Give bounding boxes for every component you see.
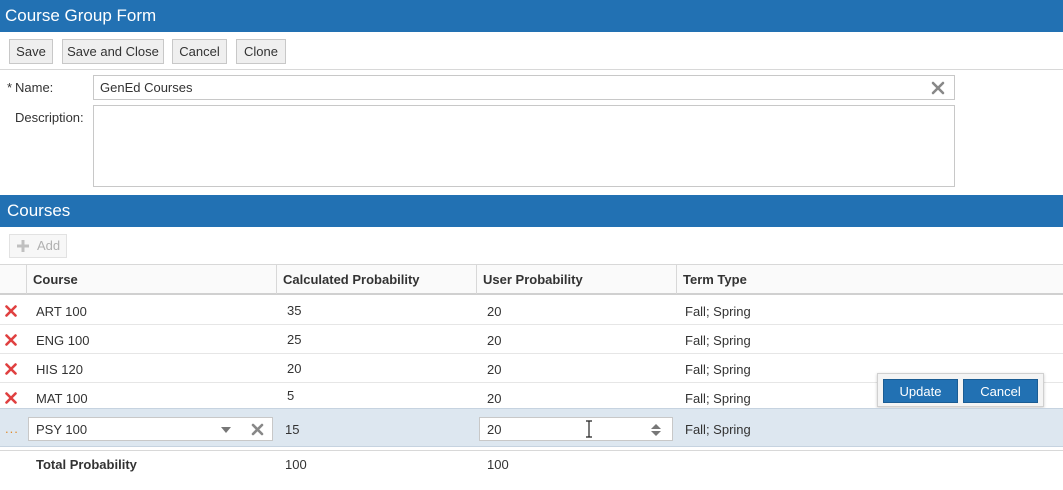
delete-icon[interactable] — [5, 334, 17, 346]
course-select[interactable]: PSY 100 — [28, 417, 273, 441]
term-type-cell: Fall; Spring — [685, 391, 751, 406]
calculated-probability-cell: 5 — [287, 388, 295, 403]
column-header-term-type[interactable]: Term Type — [676, 265, 1063, 294]
delete-icon[interactable] — [5, 392, 17, 404]
row-edit-marker: ... — [5, 421, 19, 436]
course-cell: MAT 100 — [36, 391, 88, 406]
grid-header: Course Calculated Probability User Proba… — [0, 264, 1063, 295]
column-header-calculated-probability[interactable]: Calculated Probability — [276, 265, 476, 294]
popup-cancel-button[interactable]: Cancel — [963, 379, 1038, 403]
total-row: Total Probability 100 100 — [0, 450, 1063, 480]
save-button[interactable]: Save — [9, 39, 53, 64]
cancel-button[interactable]: Cancel — [172, 39, 227, 64]
spin-down-icon[interactable] — [651, 431, 661, 436]
column-header-user-probability[interactable]: User Probability — [476, 265, 676, 294]
description-label: Description: — [15, 110, 84, 125]
course-select-value: PSY 100 — [36, 422, 88, 437]
add-course-button[interactable]: Add — [9, 234, 67, 258]
delete-icon[interactable] — [5, 363, 17, 375]
calculated-probability-cell: 25 — [287, 332, 302, 347]
clear-icon[interactable] — [931, 81, 945, 95]
save-and-close-button[interactable]: Save and Close — [62, 39, 164, 64]
table-row[interactable]: ART 100 35 20 Fall; Spring — [0, 296, 1063, 325]
name-field[interactable]: GenEd Courses — [93, 75, 955, 100]
editing-row[interactable]: ... PSY 100 15 20 Fall; Spring — [0, 408, 1063, 447]
window-title: Course Group Form — [0, 0, 1063, 32]
chevron-down-icon[interactable] — [221, 427, 231, 433]
delete-icon[interactable] — [5, 305, 17, 317]
term-type-cell: Fall; Spring — [685, 304, 751, 319]
total-calculated-probability: 100 — [285, 457, 307, 472]
add-label: Add — [37, 238, 61, 253]
calculated-probability-cell: 15 — [285, 422, 300, 437]
course-cell: HIS 120 — [36, 362, 83, 377]
name-value: GenEd Courses — [100, 80, 193, 95]
total-probability-label: Total Probability — [36, 457, 137, 472]
user-probability-stepper[interactable]: 20 — [479, 417, 673, 441]
course-cell: ART 100 — [36, 304, 87, 319]
course-cell: ENG 100 — [36, 333, 90, 348]
courses-section-title: Courses — [0, 195, 1063, 227]
text-cursor-icon — [586, 420, 592, 438]
term-type-cell: Fall; Spring — [685, 333, 751, 348]
total-user-probability: 100 — [487, 457, 509, 472]
clear-icon[interactable] — [251, 423, 264, 436]
spin-up-icon[interactable] — [651, 424, 661, 429]
name-label: Name: — [15, 80, 54, 95]
user-probability-cell: 20 — [487, 362, 502, 377]
table-row[interactable]: ENG 100 25 20 Fall; Spring — [0, 325, 1063, 354]
plus-icon — [17, 240, 29, 252]
row-edit-popup: Update Cancel — [877, 373, 1044, 407]
column-header-course[interactable]: Course — [26, 265, 276, 294]
user-probability-cell: 20 — [487, 391, 502, 406]
user-probability-cell: 20 — [487, 333, 502, 348]
required-marker: * — [7, 80, 13, 95]
user-probability-cell: 20 — [487, 304, 502, 319]
description-field[interactable] — [93, 105, 955, 187]
calculated-probability-cell: 20 — [287, 361, 302, 376]
toolbar: Save Save and Close Cancel Clone — [0, 32, 1063, 70]
term-type-cell: Fall; Spring — [685, 362, 751, 377]
update-button[interactable]: Update — [883, 379, 958, 403]
term-type-cell: Fall; Spring — [685, 422, 751, 437]
user-probability-value: 20 — [487, 422, 502, 437]
clone-button[interactable]: Clone — [236, 39, 286, 64]
calculated-probability-cell: 35 — [287, 303, 302, 318]
